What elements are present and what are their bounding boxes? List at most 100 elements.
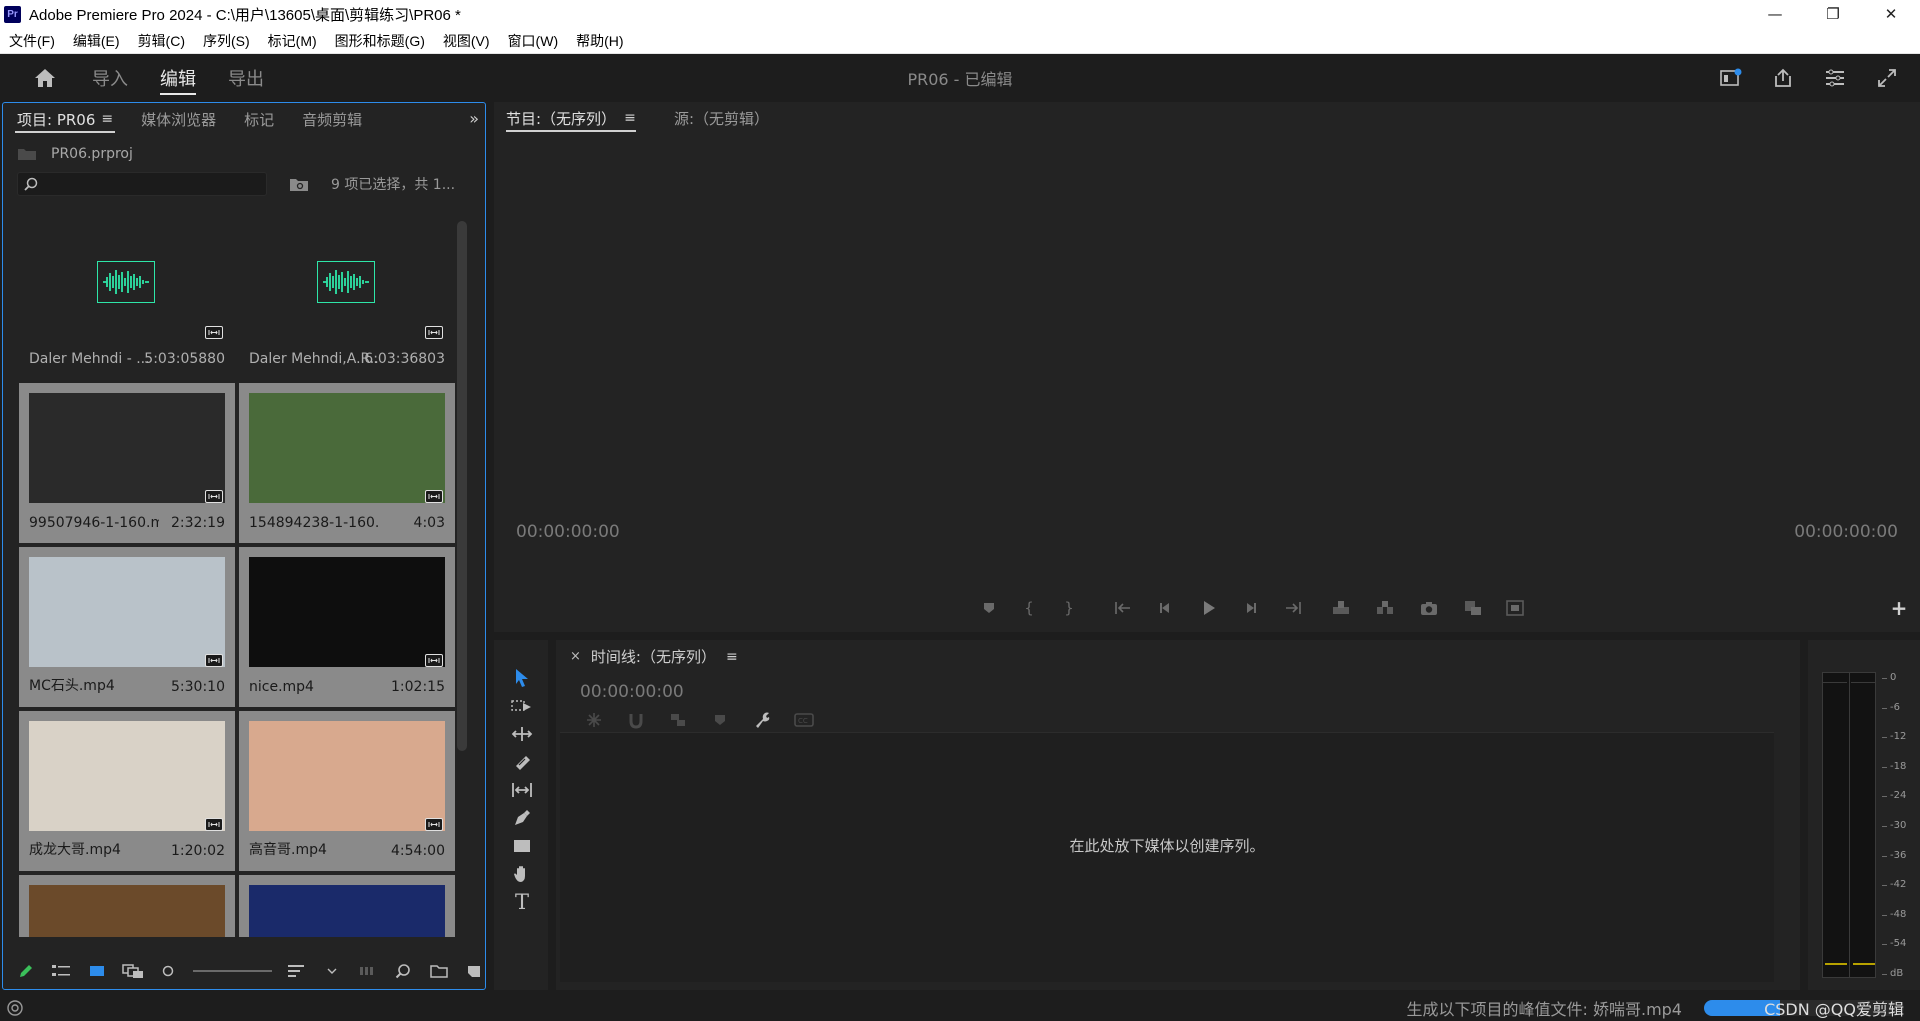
close-timeline-icon[interactable]: × [570,649,581,664]
rectangle-tool-icon[interactable] [510,834,534,858]
panel-menu-icon[interactable]: ≡ [101,111,113,127]
menu-file[interactable]: 文件(F) [0,31,64,51]
fullscreen-icon[interactable] [1872,63,1902,93]
tab-audio-clip[interactable]: 音频剪辑 [288,103,376,135]
extract-icon[interactable] [1374,597,1396,619]
snap-magnet-icon[interactable] [626,710,646,730]
captions-icon[interactable]: CC [794,710,814,730]
button-editor-add-icon[interactable]: + [1888,596,1910,620]
media-item-duration: 4:54:00 [391,843,445,859]
new-item-icon[interactable] [463,960,485,982]
tab-program-monitor[interactable]: 节目:（无序列） ≡ [506,102,636,134]
tab-markers[interactable]: 标记 [230,103,288,135]
program-panel-menu-icon[interactable]: ≡ [624,110,636,126]
minimize-button[interactable]: — [1746,0,1804,28]
timeline-panel-menu-icon[interactable]: ≡ [726,649,738,665]
icon-view-icon[interactable] [86,960,108,982]
automate-to-sequence-icon[interactable] [357,960,379,982]
menu-clip[interactable]: 剪辑(C) [129,31,194,51]
share-icon[interactable] [1768,63,1798,93]
go-to-out-icon[interactable] [1282,597,1304,619]
tab-project[interactable]: 项目: PR06 ≡ [3,103,127,135]
overwrite-icon[interactable] [1504,597,1526,619]
find-icon[interactable] [392,960,414,982]
list-view-icon[interactable] [51,960,73,982]
timeline-timecode[interactable]: 00:00:00:00 [580,682,684,702]
step-forward-icon[interactable] [1240,597,1262,619]
menu-help[interactable]: 帮助(H) [567,31,632,51]
status-sync-icon[interactable] [6,999,24,1017]
insert-icon[interactable] [1462,597,1484,619]
type-tool-icon[interactable]: T [510,890,534,914]
add-marker-icon[interactable] [978,597,1000,619]
write-protect-pencil-icon[interactable] [15,960,37,982]
media-item-tile[interactable]: 99507946-1-160.mp4 2:32:19 [19,383,235,543]
export-frame-camera-icon[interactable] [1418,597,1440,619]
play-icon[interactable] [1198,597,1220,619]
project-scrollbar[interactable] [457,221,467,751]
video-thumbnail [249,721,445,831]
media-item-tile[interactable]: 高音哥.mp4 4:54:00 [239,711,455,871]
lift-icon[interactable] [1330,597,1352,619]
media-item-tile[interactable]: 成龙大哥.mp4 1:20:02 [19,711,235,871]
track-select-tool-icon[interactable] [510,694,534,718]
media-item-tile[interactable]: 154894238-1-160.mp4 4:03 [239,383,455,543]
insert-nest-icon[interactable] [584,710,604,730]
home-icon[interactable] [30,63,60,93]
slip-tool-icon[interactable] [510,778,534,802]
media-item-tile[interactable] [239,875,455,937]
project-search-input[interactable] [17,172,267,196]
menu-sequence[interactable]: 序列(S) [194,31,259,51]
ripple-edit-tool-icon[interactable] [510,722,534,746]
menu-edit[interactable]: 编辑(E) [64,31,129,51]
tab-source-monitor[interactable]: 源:（无剪辑） [674,102,769,134]
tab-edit[interactable]: 编辑 [160,54,196,101]
media-item-tile[interactable] [19,875,235,937]
freeform-view-icon[interactable] [121,960,144,982]
mark-out-icon[interactable]: } [1058,597,1080,619]
window-title: Adobe Premiere Pro 2024 - C:\用户\13605\桌面… [29,6,461,24]
media-item-tile[interactable]: nice.mp4 1:02:15 [239,547,455,707]
pen-tool-icon[interactable] [510,806,534,830]
media-item-tile[interactable]: Daler Mehndi - ... 5:03:05880 [19,219,235,379]
razor-tool-icon[interactable] [510,750,534,774]
window-title-bar: Pr Adobe Premiere Pro 2024 - C:\用户\13605… [0,0,1920,28]
step-back-icon[interactable] [1154,597,1176,619]
zoom-slider-handle-icon[interactable] [158,960,180,982]
mark-in-icon[interactable]: { [1018,597,1040,619]
media-item-tile[interactable]: MC石头.mp4 5:30:10 [19,547,235,707]
tabs-overflow-icon[interactable]: » [469,109,479,128]
timeline-drop-area[interactable]: 在此处放下媒体以创建序列。 [560,732,1774,982]
thumbnail-zoom-slider[interactable] [193,970,272,972]
sort-chevron-down-icon[interactable] [321,960,343,982]
project-file-name: PR06.prproj [51,146,133,162]
restore-button[interactable]: ❐ [1804,0,1862,28]
menu-view[interactable]: 视图(V) [434,31,499,51]
meter-scale-tick [1882,915,1887,916]
linked-selection-icon[interactable] [668,710,688,730]
tab-import[interactable]: 导入 [92,54,128,101]
media-grid: Daler Mehndi - ... 5:03:05880 Daler Mehndi… [19,219,457,937]
meter-scale-tick [1882,678,1887,679]
timeline-title[interactable]: 时间线:（无序列） [591,646,716,667]
workspaces-menu-icon[interactable] [1820,63,1850,93]
find-bin-icon[interactable] [289,176,309,192]
program-timecode-left[interactable]: 00:00:00:00 [516,522,620,542]
close-window-button[interactable]: ✕ [1862,0,1920,28]
tab-export[interactable]: 导出 [228,54,264,101]
timeline-add-marker-icon[interactable] [710,710,730,730]
menu-window[interactable]: 窗口(W) [499,31,568,51]
go-to-in-icon[interactable] [1112,597,1134,619]
menu-markers[interactable]: 标记(M) [259,31,326,51]
project-file-row: PR06.prproj [3,139,485,169]
selection-tool-icon[interactable] [510,666,534,690]
media-item-name: 99507946-1-160.mp4 [29,515,159,531]
tab-media-browser[interactable]: 媒体浏览器 [127,103,230,135]
sort-icon[interactable] [286,960,308,982]
media-item-tile[interactable]: Daler Mehndi,A.R... 6:03:36803 [239,219,455,379]
new-bin-icon[interactable] [428,960,450,982]
workspace-notification-icon[interactable] [1716,63,1746,93]
hand-tool-icon[interactable] [510,862,534,886]
timeline-settings-wrench-icon[interactable] [752,710,772,730]
menu-graphics[interactable]: 图形和标题(G) [326,31,434,51]
